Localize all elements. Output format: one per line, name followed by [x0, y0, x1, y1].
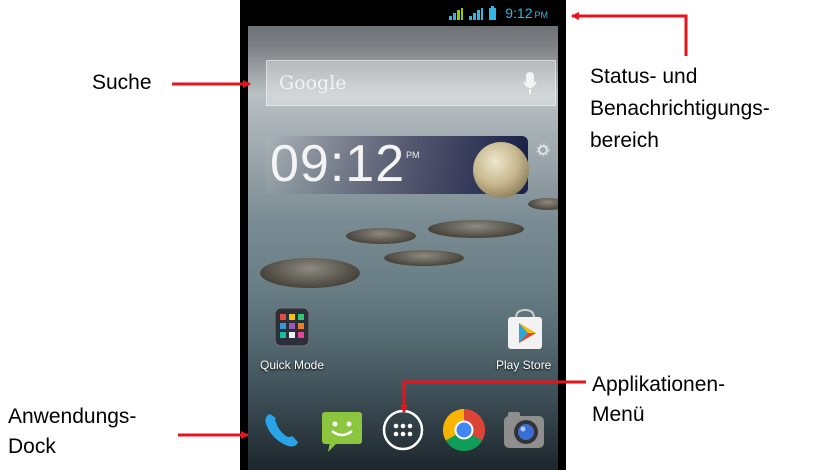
microphone-icon[interactable]	[523, 72, 537, 96]
search-placeholder: Google	[279, 72, 347, 94]
status-bar[interactable]: 9:12 PM	[248, 0, 558, 26]
play-store-app[interactable]	[504, 308, 546, 350]
label-status-3: bereich	[590, 129, 659, 152]
play-store-label: Play Store	[496, 358, 552, 372]
google-search-bar[interactable]: Google	[266, 60, 556, 106]
app-menu-icon[interactable]	[381, 408, 425, 452]
clock-widget-time[interactable]: 09:12	[270, 134, 405, 194]
stone	[346, 228, 416, 244]
chrome-icon[interactable]	[442, 408, 486, 452]
messaging-icon[interactable]	[320, 408, 364, 452]
quick-mode-label: Quick Mode	[260, 358, 325, 372]
camera-icon[interactable]	[502, 408, 546, 452]
battery-icon	[489, 6, 496, 20]
stone	[428, 220, 524, 238]
phone-frame: 9:12 PM Google 09:12 PM Quick Mode Play …	[240, 0, 566, 470]
home-screen: 9:12 PM Google 09:12 PM Quick Mode Play …	[248, 0, 558, 470]
label-anwendungs-dock-2: Dock	[8, 435, 56, 458]
label-app-menu-1: Applikationen-	[592, 373, 726, 396]
stone	[384, 250, 464, 266]
signal-icon-2	[469, 8, 483, 20]
label-app-menu-2: Menü	[592, 403, 645, 426]
settings-gear-icon[interactable]	[536, 143, 550, 157]
stone	[528, 198, 558, 210]
quick-mode-app[interactable]	[271, 306, 313, 348]
arrow-status	[571, 12, 688, 56]
phone-icon[interactable]	[260, 408, 304, 452]
status-clock: 9:12 PM	[505, 5, 548, 21]
label-status-1: Status- und	[590, 65, 698, 88]
label-status-2: Benachrichtigungs-	[590, 97, 770, 120]
quick-mode-icon	[274, 307, 310, 347]
label-suche: Suche	[92, 71, 152, 94]
signal-icon	[449, 8, 463, 20]
stone	[260, 258, 360, 288]
play-store-icon	[508, 308, 542, 349]
moon-icon	[473, 142, 529, 198]
label-anwendungs-dock-1: Anwendungs-	[8, 405, 137, 428]
clock-widget-ampm: PM	[406, 150, 420, 160]
